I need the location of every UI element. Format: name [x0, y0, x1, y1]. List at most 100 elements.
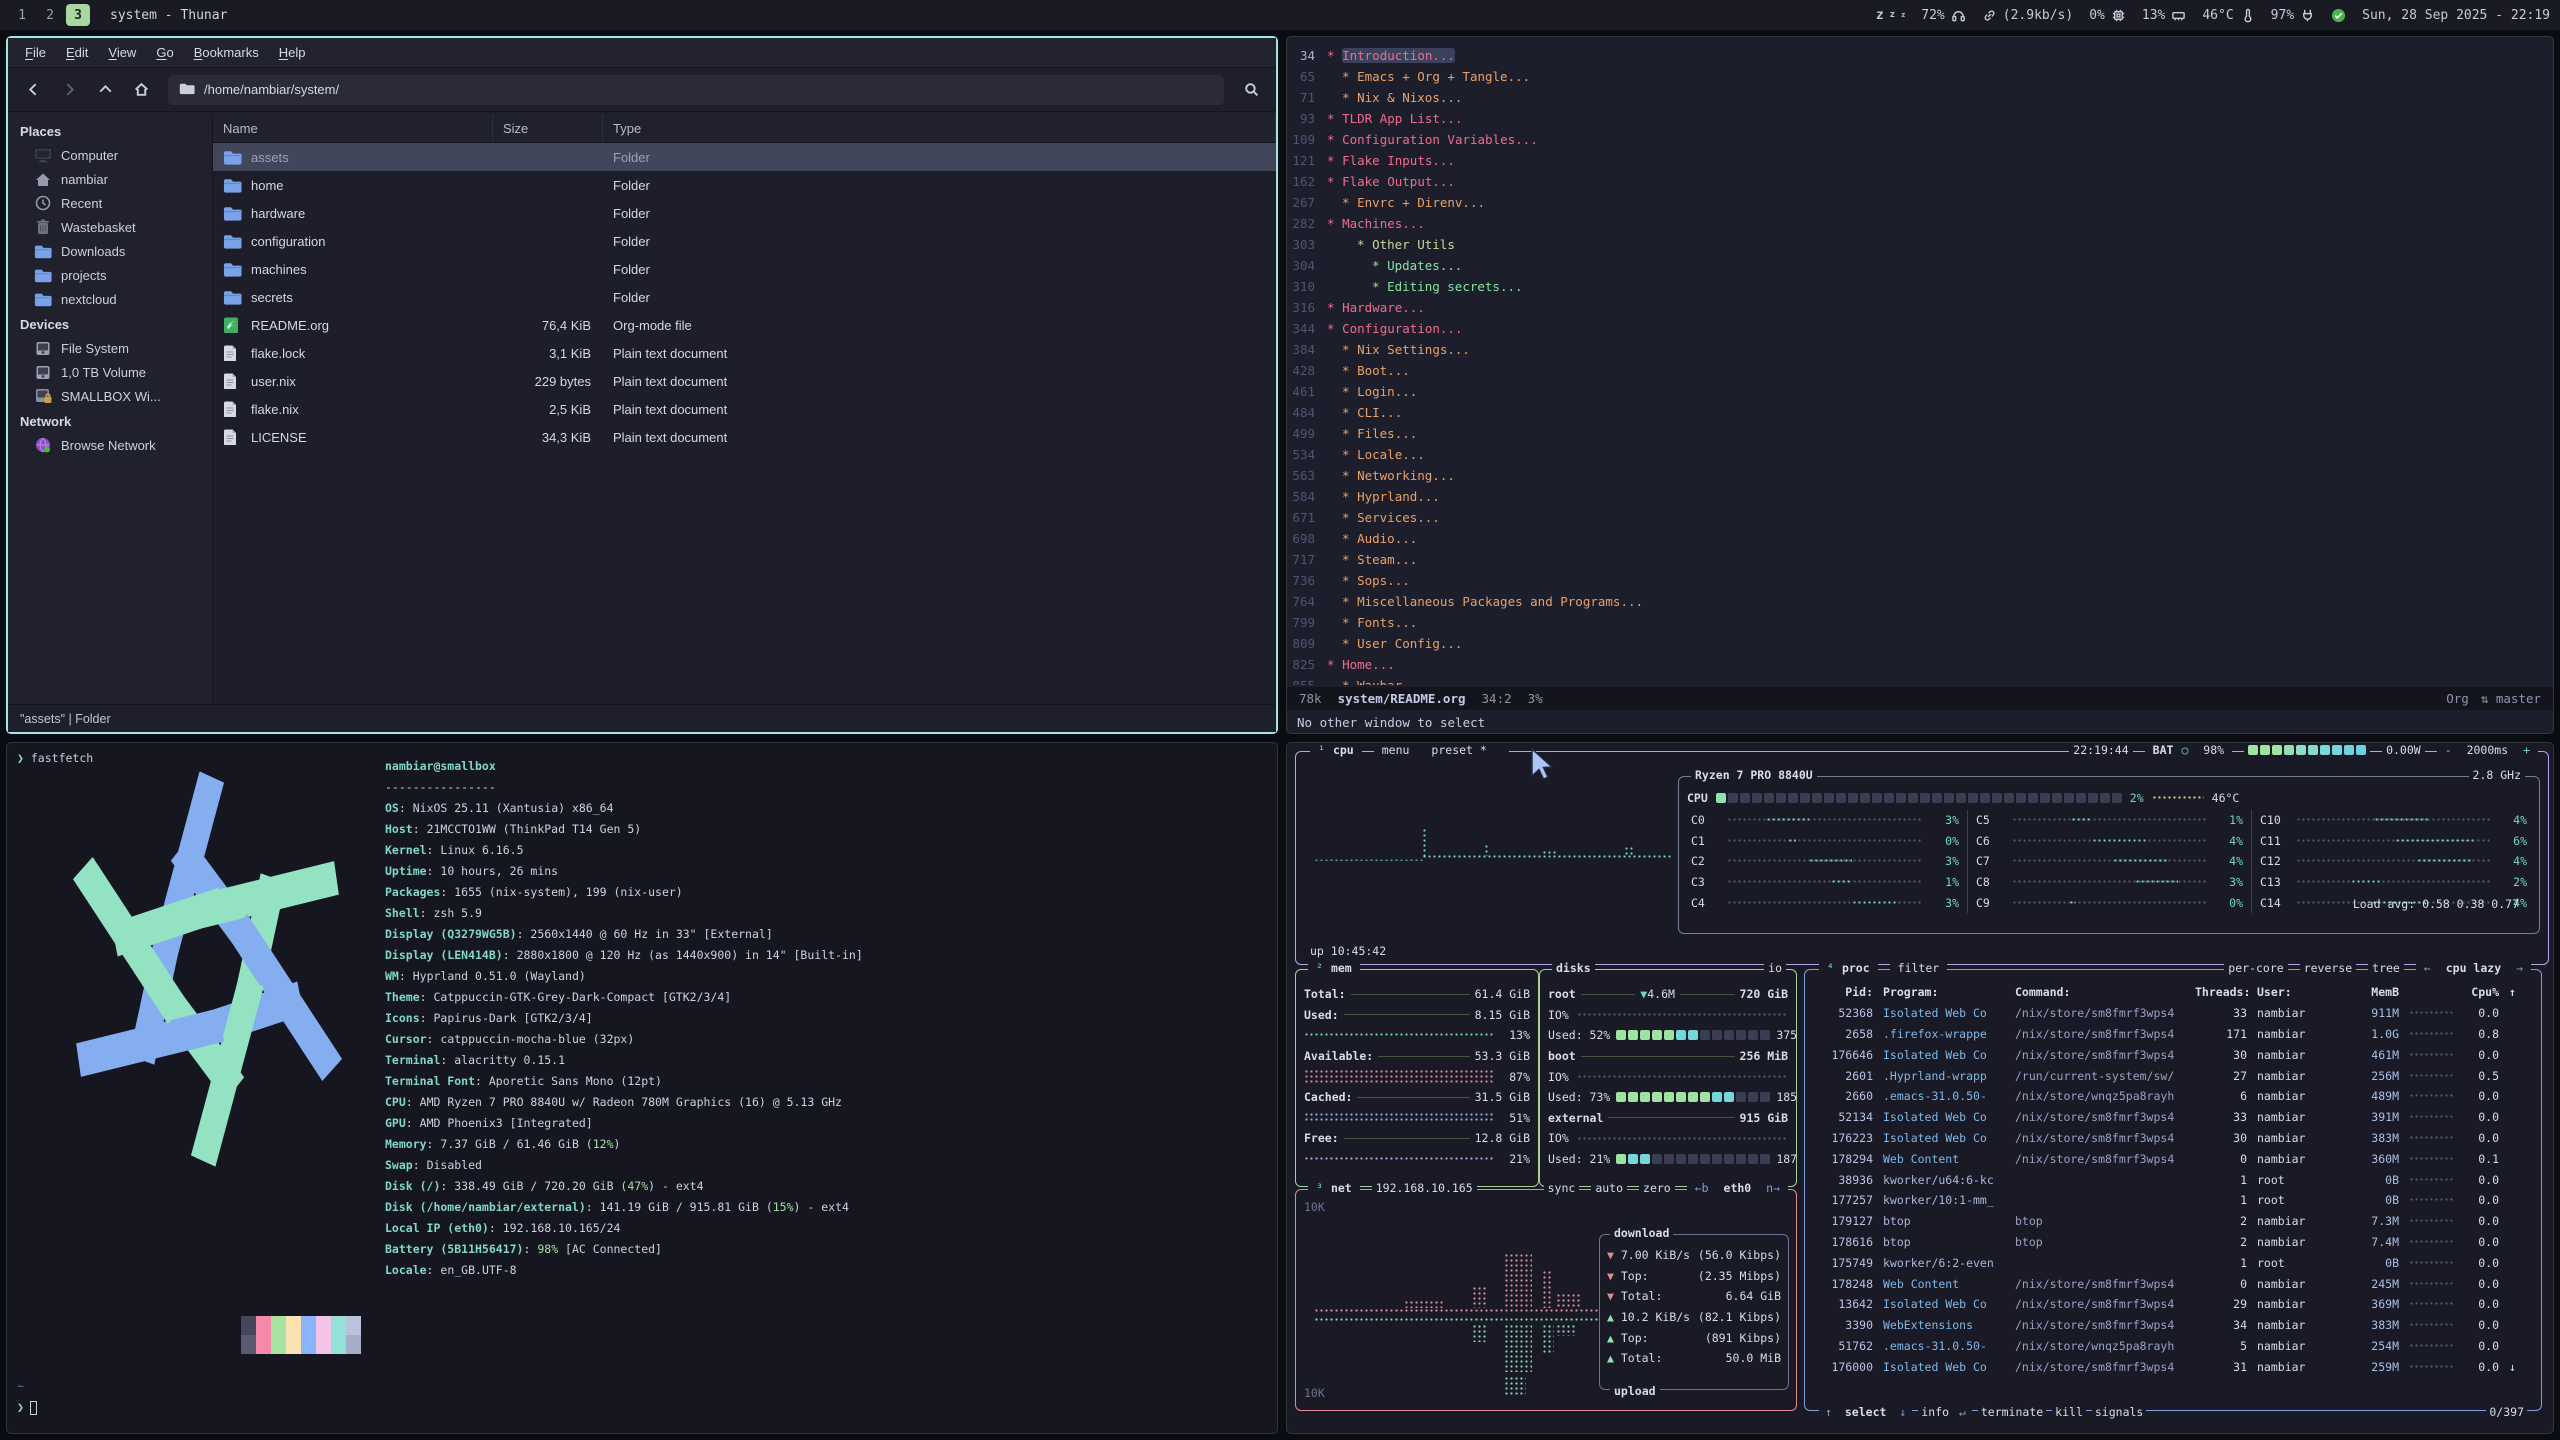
menu-go[interactable]: Go	[147, 41, 182, 64]
proc-footer-kill[interactable]: kill	[2052, 1405, 2086, 1419]
menu-view[interactable]: View	[99, 41, 145, 64]
volume-indicator[interactable]: 72%	[1921, 8, 1965, 23]
tab-cpu[interactable]: ¹cpu	[1310, 743, 1362, 757]
process-row-178616[interactable]: 178616btopbtop2nambiar7.4M0.0	[1805, 1232, 2541, 1253]
org-heading-line[interactable]: 534* Locale...	[1291, 444, 2549, 465]
sidebar-item-smallbox-wi-[interactable]: SMALLBOX Wi...	[8, 384, 212, 408]
net-control-sync[interactable]: sync	[1544, 1181, 1580, 1195]
process-row-178294[interactable]: 178294Web Content/nix/store/sm8fmrf3wps4…	[1805, 1148, 2541, 1169]
org-heading-line[interactable]: 93* TLDR App List...	[1291, 108, 2549, 129]
net-control-zero[interactable]: zero	[1639, 1181, 1675, 1195]
org-heading-line[interactable]: 344* Configuration...	[1291, 318, 2549, 339]
disks-label[interactable]: disks	[1552, 961, 1595, 975]
file-row-readme-org[interactable]: README.org76,4 KiBOrg-mode file	[213, 311, 1276, 339]
process-row-52134[interactable]: 52134Isolated Web Co/nix/store/sm8fmrf3w…	[1805, 1107, 2541, 1128]
file-row-flake-lock[interactable]: flake.lock3,1 KiBPlain text document	[213, 339, 1276, 367]
battery-indicator[interactable]: 97%	[2271, 8, 2315, 23]
tab-net[interactable]: ³net	[1308, 1181, 1360, 1195]
interval-control[interactable]: - 2000ms +	[2437, 743, 2538, 757]
file-row-home[interactable]: homeFolder	[213, 171, 1276, 199]
process-row-179127[interactable]: 179127btopbtop2nambiar7.3M0.0	[1805, 1211, 2541, 1232]
file-row-secrets[interactable]: secretsFolder	[213, 283, 1276, 311]
location-bar[interactable]: /home/nambiar/system/	[168, 75, 1224, 105]
net-control-auto[interactable]: auto	[1591, 1181, 1627, 1195]
org-heading-line[interactable]: 34* Introduction...	[1291, 45, 2549, 66]
tab-proc[interactable]: ⁴proc	[1819, 961, 1878, 975]
menu-help[interactable]: Help	[270, 41, 315, 64]
memory-indicator[interactable]: 13%	[2142, 8, 2186, 23]
process-row-176646[interactable]: 176646Isolated Web Co/nix/store/sm8fmrf3…	[1805, 1044, 2541, 1065]
process-row-2660[interactable]: 2660.emacs-31.0.50-/nix/store/wnqz5pa8ra…	[1805, 1086, 2541, 1107]
sidebar-item-wastebasket[interactable]: Wastebasket	[8, 215, 212, 239]
io-mode-toggle[interactable]: io	[1764, 961, 1786, 975]
process-row-178248[interactable]: 178248Web Content/nix/store/sm8fmrf3wps4…	[1805, 1273, 2541, 1294]
org-heading-line[interactable]: 121* Flake Inputs...	[1291, 150, 2549, 171]
org-heading-line[interactable]: 304* Updates...	[1291, 255, 2549, 276]
sidebar-item-file-system[interactable]: File System	[8, 336, 212, 360]
proc-header-row[interactable]: Pid:Program:Command:Threads:User:MemBCpu…	[1805, 982, 2541, 1003]
org-heading-line[interactable]: 267* Envrc + Direnv...	[1291, 192, 2549, 213]
sidebar-item-nextcloud[interactable]: nextcloud	[8, 287, 212, 311]
org-heading-line[interactable]: 65* Emacs + Org + Tangle...	[1291, 66, 2549, 87]
file-row-configuration[interactable]: configurationFolder	[213, 227, 1276, 255]
proc-footer-select[interactable]: ↑ select ↓	[1819, 1405, 1912, 1419]
org-heading-line[interactable]: 584* Hyprland...	[1291, 486, 2549, 507]
workspace-button-1[interactable]: 1	[10, 4, 34, 26]
clock[interactable]: Sun, 28 Sep 2025 - 22:19	[2362, 8, 2550, 23]
proc-footer-info[interactable]: info ↵	[1918, 1405, 1972, 1419]
org-heading-line[interactable]: 799* Fonts...	[1291, 612, 2549, 633]
org-heading-line[interactable]: 499* Files...	[1291, 423, 2549, 444]
org-heading-line[interactable]: 310* Editing secrets...	[1291, 276, 2549, 297]
process-row-13642[interactable]: 13642Isolated Web Co/nix/store/sm8fmrf3w…	[1805, 1294, 2541, 1315]
menu-edit[interactable]: Edit	[57, 41, 97, 64]
menu-file[interactable]: File	[16, 41, 55, 64]
org-heading-line[interactable]: 825* Home...	[1291, 654, 2549, 675]
proc-footer-terminate[interactable]: terminate	[1978, 1405, 2046, 1419]
org-heading-line[interactable]: 461* Login...	[1291, 381, 2549, 402]
proc-control-filter[interactable]: filter	[1894, 961, 1944, 975]
org-heading-line[interactable]: 563* Networking...	[1291, 465, 2549, 486]
file-row-machines[interactable]: machinesFolder	[213, 255, 1276, 283]
proc-control-per-core[interactable]: per-core	[2224, 961, 2287, 975]
emacs-buffer[interactable]: 34* Introduction...65* Emacs + Org + Tan…	[1291, 45, 2549, 685]
sidebar-item-recent[interactable]: Recent	[8, 191, 212, 215]
proc-control-tree[interactable]: tree	[2368, 961, 2404, 975]
org-heading-line[interactable]: 71* Nix & Nixos...	[1291, 87, 2549, 108]
process-row-175749[interactable]: 175749kworker/6:2-even1root0B0.0	[1805, 1252, 2541, 1273]
workspace-button-3[interactable]: 3	[66, 4, 90, 26]
org-heading-line[interactable]: 698* Audio...	[1291, 528, 2549, 549]
process-row-51762[interactable]: 51762.emacs-31.0.50-/nix/store/wnqz5pa8r…	[1805, 1336, 2541, 1357]
process-row-176000[interactable]: 176000Isolated Web Co/nix/store/sm8fmrf3…	[1805, 1356, 2541, 1377]
org-heading-line[interactable]: 384* Nix Settings...	[1291, 339, 2549, 360]
org-heading-line[interactable]: 428* Boot...	[1291, 360, 2549, 381]
org-heading-line[interactable]: 484* CLI...	[1291, 402, 2549, 423]
org-heading-line[interactable]: 282* Machines...	[1291, 213, 2549, 234]
file-row-license[interactable]: LICENSE34,3 KiBPlain text document	[213, 423, 1276, 451]
idle-inhibitor-icon[interactable]: zzz	[1876, 8, 1905, 23]
btop-tab-menu[interactable]: menu	[1378, 743, 1414, 757]
file-row-user-nix[interactable]: user.nix229 bytesPlain text document	[213, 367, 1276, 395]
search-button[interactable]	[1234, 75, 1268, 105]
process-row-52368[interactable]: 52368Isolated Web Co/nix/store/sm8fmrf3w…	[1805, 1003, 2541, 1024]
column-header-type[interactable]: Type	[603, 114, 1276, 142]
file-row-flake-nix[interactable]: flake.nix2,5 KiBPlain text document	[213, 395, 1276, 423]
network-indicator[interactable]: (2.9kb/s)	[1982, 8, 2073, 23]
process-row-3390[interactable]: 3390WebExtensions/nix/store/sm8fmrf3wps4…	[1805, 1315, 2541, 1336]
up-button[interactable]	[88, 75, 122, 105]
org-heading-line[interactable]: 736* Sops...	[1291, 570, 2549, 591]
tab-mem[interactable]: ²mem	[1308, 961, 1360, 975]
sidebar-item-computer[interactable]: Computer	[8, 143, 212, 167]
column-header-name[interactable]: Name	[213, 114, 493, 142]
file-list-header[interactable]: NameSizeType	[213, 114, 1276, 143]
proc-sort-selector[interactable]: ← cpu lazy →	[2416, 961, 2531, 975]
sidebar-item-1-0-tb-volume[interactable]: 1,0 TB Volume	[8, 360, 212, 384]
sidebar-item-browse-network[interactable]: Browse Network	[8, 433, 212, 457]
btop-tab-preset[interactable]: preset *	[1427, 743, 1490, 757]
file-row-assets[interactable]: assetsFolder	[213, 143, 1276, 171]
forward-button[interactable]	[52, 75, 86, 105]
process-row-2658[interactable]: 2658.firefox-wrappe/nix/store/sm8fmrf3wp…	[1805, 1024, 2541, 1045]
org-heading-line[interactable]: 717* Steam...	[1291, 549, 2549, 570]
workspace-button-2[interactable]: 2	[38, 4, 62, 26]
sidebar-item-projects[interactable]: projects	[8, 263, 212, 287]
shell-prompt[interactable]: ❯	[17, 1400, 37, 1415]
